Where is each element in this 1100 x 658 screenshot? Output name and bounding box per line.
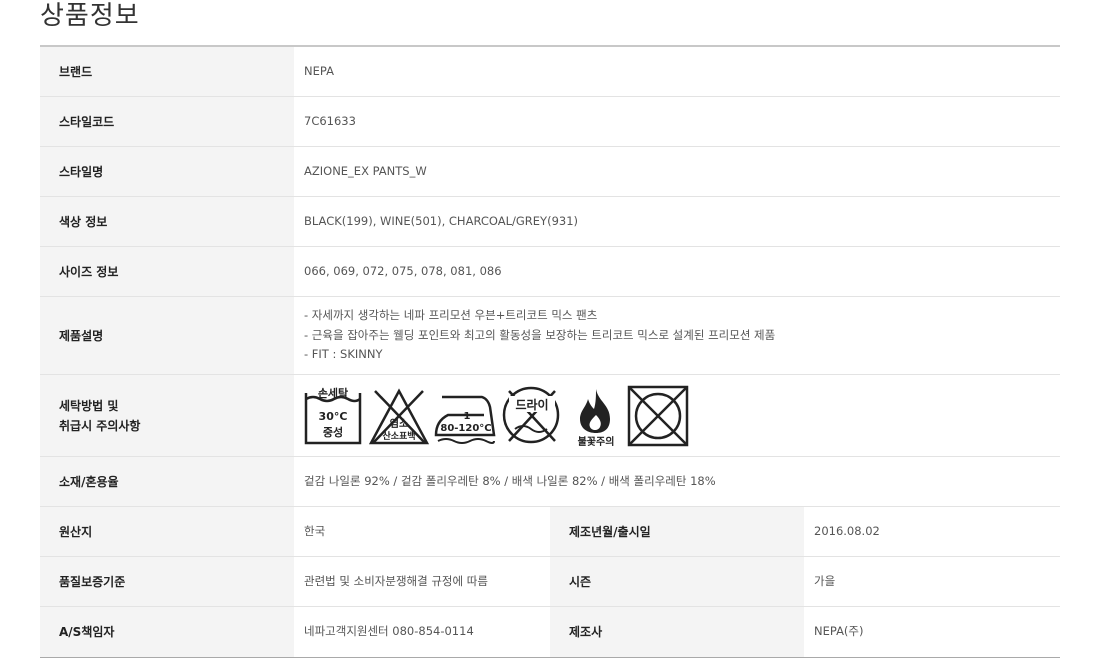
origin-value: 한국 — [304, 523, 326, 538]
as-value: 네파고객지원센터 080-854-0114 — [304, 624, 474, 639]
hand-wash-temp: 30°C — [319, 410, 348, 423]
table-row-care: 세탁방법 및 취급시 주의사항 손세탁 30°C 중성 염소 산소표백 1 80… — [40, 375, 1060, 457]
iron-icon: 1 80-120°C — [434, 395, 496, 444]
iron-level: 1 — [464, 411, 471, 422]
product-info-table: 브랜드 NEPA 스타일코드 7C61633 스타일명 AZIONE_EX PA… — [40, 45, 1060, 658]
manufacture-date-label: 제조년월/출시일 — [550, 507, 804, 556]
no-dry-clean-icon: 드라이 — [502, 386, 560, 443]
hand-wash-detergent: 중성 — [323, 425, 343, 439]
manufacture-date-value: 2016.08.02 — [814, 523, 880, 538]
no-tumble-dry-icon — [627, 385, 689, 446]
table-row-material: 소재/혼용율 겉감 나일론 92% / 겉감 폴리우레탄 8% / 배색 나일론… — [40, 457, 1060, 507]
flame-caution-icon: 불꽃주의 — [578, 388, 615, 447]
description-label: 제품설명 — [40, 297, 294, 374]
material-value: 겉감 나일론 92% / 겉감 폴리우레탄 8% / 배색 나일론 82% / … — [304, 473, 716, 488]
care-label-line: 취급시 주의사항 — [59, 418, 141, 433]
table-row-color: 색상 정보 BLACK(199), WINE(501), CHARCOAL/GR… — [40, 197, 1060, 247]
style-code-label: 스타일코드 — [40, 97, 294, 146]
as-label: A/S책임자 — [40, 607, 294, 657]
table-row-origin: 원산지 한국 제조년월/출시일 2016.08.02 — [40, 507, 1060, 557]
season-value: 가을 — [814, 573, 836, 588]
bleach-text-2: 산소표백 — [382, 430, 415, 442]
origin-label: 원산지 — [40, 507, 294, 556]
hand-wash-icon: 손세탁 30°C 중성 — [304, 386, 362, 444]
manufacturer-value: NEPA(주) — [814, 624, 864, 639]
table-row-size: 사이즈 정보 066, 069, 072, 075, 078, 081, 086 — [40, 247, 1060, 297]
color-value: BLACK(199), WINE(501), CHARCOAL/GREY(931… — [304, 213, 579, 228]
table-row-description: 제품설명 - 자세까지 생각하는 네파 프리모션 우븐+트리코트 믹스 팬츠 -… — [40, 297, 1060, 375]
style-code-value: 7C61633 — [304, 113, 356, 128]
material-label: 소재/혼용율 — [40, 457, 294, 506]
quality-value: 관련법 및 소비자분쟁해결 규정에 따름 — [304, 573, 488, 588]
care-icons: 손세탁 30°C 중성 염소 산소표백 1 80-120°C 드라이 불꽃주의 — [294, 375, 1060, 456]
size-value: 066, 069, 072, 075, 078, 081, 086 — [304, 263, 502, 278]
table-row-as: A/S책임자 네파고객지원센터 080-854-0114 제조사 NEPA(주) — [40, 607, 1060, 657]
quality-label: 품질보증기준 — [40, 557, 294, 606]
flame-caution-text: 불꽃주의 — [578, 435, 615, 447]
table-row-style-code: 스타일코드 7C61633 — [40, 97, 1060, 147]
table-row-quality: 품질보증기준 관련법 및 소비자분쟁해결 규정에 따름 시즌 가을 — [40, 557, 1060, 607]
brand-value: NEPA — [304, 63, 334, 78]
style-name-label: 스타일명 — [40, 147, 294, 196]
style-name-value: AZIONE_EX PANTS_W — [304, 163, 427, 178]
brand-label: 브랜드 — [40, 47, 294, 96]
care-label: 세탁방법 및 취급시 주의사항 — [40, 375, 294, 456]
size-label: 사이즈 정보 — [40, 247, 294, 296]
dry-clean-text: 드라이 — [515, 397, 548, 412]
description-line: - FIT : SKINNY — [304, 347, 383, 362]
page-title: 상품정보 — [40, 1, 140, 31]
table-row-style-name: 스타일명 AZIONE_EX PANTS_W — [40, 147, 1060, 197]
table-row-brand: 브랜드 NEPA — [40, 47, 1060, 97]
description-value: - 자세까지 생각하는 네파 프리모션 우븐+트리코트 믹스 팬츠 - 근육을 … — [294, 297, 1060, 374]
season-label: 시즌 — [550, 557, 804, 606]
iron-temp: 80-120°C — [440, 423, 491, 434]
hand-wash-text: 손세탁 — [318, 386, 348, 400]
description-line: - 자세까지 생각하는 네파 프리모션 우븐+트리코트 믹스 팬츠 — [304, 308, 598, 323]
color-label: 색상 정보 — [40, 197, 294, 246]
no-chlorine-bleach-icon: 염소 산소표백 — [369, 387, 429, 444]
care-label-line: 세탁방법 및 — [59, 398, 119, 413]
description-line: - 근육을 잡아주는 웰딩 포인트와 최고의 활동성을 보장하는 트리코트 믹스… — [304, 327, 776, 342]
manufacturer-label: 제조사 — [550, 607, 804, 657]
bleach-text: 염소 — [390, 418, 408, 430]
